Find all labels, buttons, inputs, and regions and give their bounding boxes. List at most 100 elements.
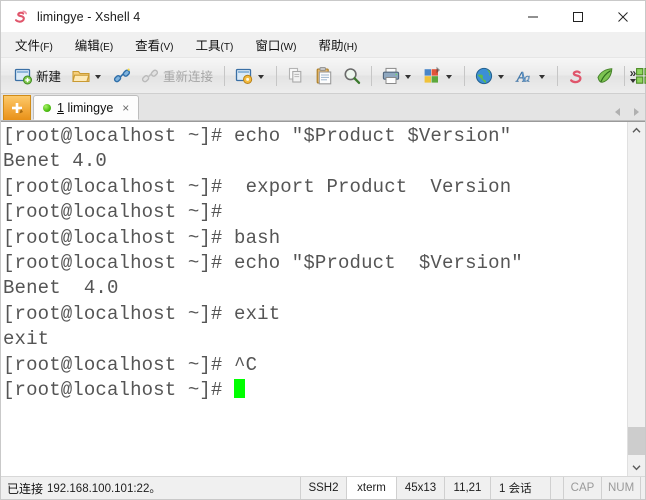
- find-magnifier-icon: [342, 66, 362, 86]
- copy-button[interactable]: [282, 62, 310, 90]
- terminal-cursor: [234, 379, 246, 399]
- resize-grip[interactable]: [641, 477, 646, 499]
- reconnect-button[interactable]: 重新连接: [136, 62, 219, 90]
- xshell-logo-icon: [12, 8, 29, 25]
- status-dimensions: 45x13: [397, 477, 445, 499]
- menu-item-view[interactable]: 查看(V): [133, 33, 183, 57]
- font-caret-icon[interactable]: [539, 74, 546, 79]
- status-cursor-position: 11,21: [445, 477, 491, 499]
- terminal-output[interactable]: [root@localhost ~]# echo "$Product $Vers…: [1, 122, 627, 476]
- tab-scroll-controls: [615, 108, 639, 116]
- session-properties-caret-icon[interactable]: [258, 74, 265, 79]
- menu-label-help: 帮助: [318, 38, 344, 53]
- font-button[interactable]: A a: [511, 62, 552, 90]
- tab-scroll-right-icon[interactable]: [634, 108, 639, 116]
- close-button[interactable]: [600, 1, 645, 32]
- print-icon: [381, 66, 401, 86]
- status-caps-lock: CAP: [564, 477, 602, 499]
- paste-button[interactable]: [310, 62, 338, 90]
- tab-close-icon[interactable]: ×: [119, 102, 132, 114]
- toolbar-separator-4: [464, 65, 466, 86]
- toolbar-separator-2: [276, 65, 278, 86]
- status-term-type: xterm: [347, 477, 397, 499]
- status-connection-label: 已连接: [7, 481, 44, 496]
- browser-caret-icon[interactable]: [498, 74, 505, 79]
- xftp-button[interactable]: [591, 62, 619, 90]
- menu-item-help[interactable]: 帮助(H): [316, 33, 367, 57]
- title-bar-left: limingye - Xshell 4: [1, 8, 140, 25]
- terminal-line: [root@localhost ~]# echo "$Product $Vers…: [3, 125, 512, 147]
- menu-label-edit: 编辑: [74, 38, 100, 53]
- menu-label-view: 查看: [135, 38, 161, 53]
- menu-mnemonic-view: (V): [160, 41, 174, 53]
- scroll-down-button[interactable]: [628, 459, 645, 476]
- terminal-prompt-line: [root@localhost ~]#: [3, 378, 627, 403]
- open-session-button[interactable]: [67, 62, 108, 90]
- menu-label-file: 文件: [15, 38, 41, 53]
- session-properties-button[interactable]: [230, 62, 271, 90]
- toolbar-overflow-caret-icon: [630, 78, 636, 83]
- open-folder-icon: [71, 66, 91, 86]
- menu-mnemonic-file: (F): [40, 41, 53, 53]
- reconnect-plug-icon: [140, 66, 160, 86]
- tab-label: 1 limingye: [57, 101, 113, 115]
- tab-bar: 1 limingye ×: [1, 94, 645, 121]
- scrollbar-track[interactable]: [628, 139, 645, 459]
- menu-label-window: 窗口: [255, 38, 281, 53]
- tab-status-connected-icon: [43, 103, 51, 112]
- tab-session-name: limingye: [67, 100, 114, 115]
- minimize-button[interactable]: [510, 1, 555, 32]
- menu-item-tools[interactable]: 工具(T): [194, 33, 244, 57]
- file-transfer-caret-icon[interactable]: [446, 74, 453, 79]
- status-spacer: [551, 477, 564, 499]
- file-transfer-button[interactable]: [418, 62, 459, 90]
- print-caret-icon[interactable]: [405, 74, 412, 79]
- font-icon: A a: [515, 66, 535, 86]
- copy-icon: [286, 66, 306, 86]
- title-bar: limingye - Xshell 4: [1, 1, 645, 32]
- new-session-button[interactable]: 新建: [9, 62, 67, 90]
- tab-number: 1: [57, 100, 64, 115]
- toolbar: 新建 重新连接 A a »: [1, 58, 646, 94]
- new-session-label: 新建: [36, 70, 62, 84]
- connect-button[interactable]: [108, 62, 136, 90]
- open-session-caret-icon[interactable]: [95, 74, 102, 79]
- menu-mnemonic-window: (W): [280, 41, 297, 53]
- window-controls: [510, 1, 645, 32]
- toolbar-overflow-label: »: [629, 65, 637, 80]
- menu-item-file[interactable]: 文件(F): [13, 33, 63, 57]
- xshell-button[interactable]: [563, 62, 591, 90]
- terminal-line: [root@localhost ~]# ^C: [3, 353, 258, 376]
- terminal-line: Benet 4.0: [3, 277, 119, 300]
- new-tab-button[interactable]: [3, 95, 31, 120]
- file-transfer-icon: [422, 66, 442, 86]
- scroll-up-button[interactable]: [628, 122, 645, 139]
- terminal-prompt-text: [root@localhost ~]#: [3, 379, 235, 402]
- menu-bar: 文件(F) 编辑(E) 查看(V) 工具(T) 窗口(W) 帮助(H): [1, 32, 645, 58]
- status-protocol: SSH2: [301, 477, 347, 499]
- terminal-line: [root@localhost ~]# bash: [3, 226, 281, 249]
- scrollbar-thumb[interactable]: [628, 427, 645, 455]
- find-button[interactable]: [338, 62, 366, 90]
- toolbar-overflow-button[interactable]: »: [623, 58, 643, 93]
- tab-session-1[interactable]: 1 limingye ×: [33, 95, 140, 120]
- terminal-area: [root@localhost ~]# echo "$Product $Vers…: [1, 121, 645, 476]
- tab-scroll-left-icon[interactable]: [615, 108, 620, 116]
- terminal-scrollbar[interactable]: [627, 122, 645, 476]
- menu-item-window[interactable]: 窗口(W): [253, 33, 306, 57]
- status-bar: 已连接 192.168.100.101:22。 SSH2 xterm 45x13…: [1, 476, 645, 499]
- toolbar-separator-3: [371, 65, 373, 86]
- new-session-icon: [13, 66, 33, 86]
- browser-button[interactable]: [470, 62, 511, 90]
- xshell-window: limingye - Xshell 4 文件(F) 编辑(E) 查看(V) 工具…: [0, 0, 646, 500]
- menu-item-edit[interactable]: 编辑(E): [73, 33, 123, 57]
- print-button[interactable]: [377, 62, 418, 90]
- terminal-line: [root@localhost ~]# exit: [3, 302, 281, 325]
- web-browser-icon: [474, 66, 494, 86]
- maximize-button[interactable]: [555, 1, 600, 32]
- terminal-line: Benet 4.0: [3, 150, 107, 173]
- chevron-down-icon: [632, 465, 641, 471]
- toolbar-separator-1: [224, 65, 226, 86]
- paste-icon: [314, 66, 334, 86]
- terminal-line: exit: [3, 328, 50, 351]
